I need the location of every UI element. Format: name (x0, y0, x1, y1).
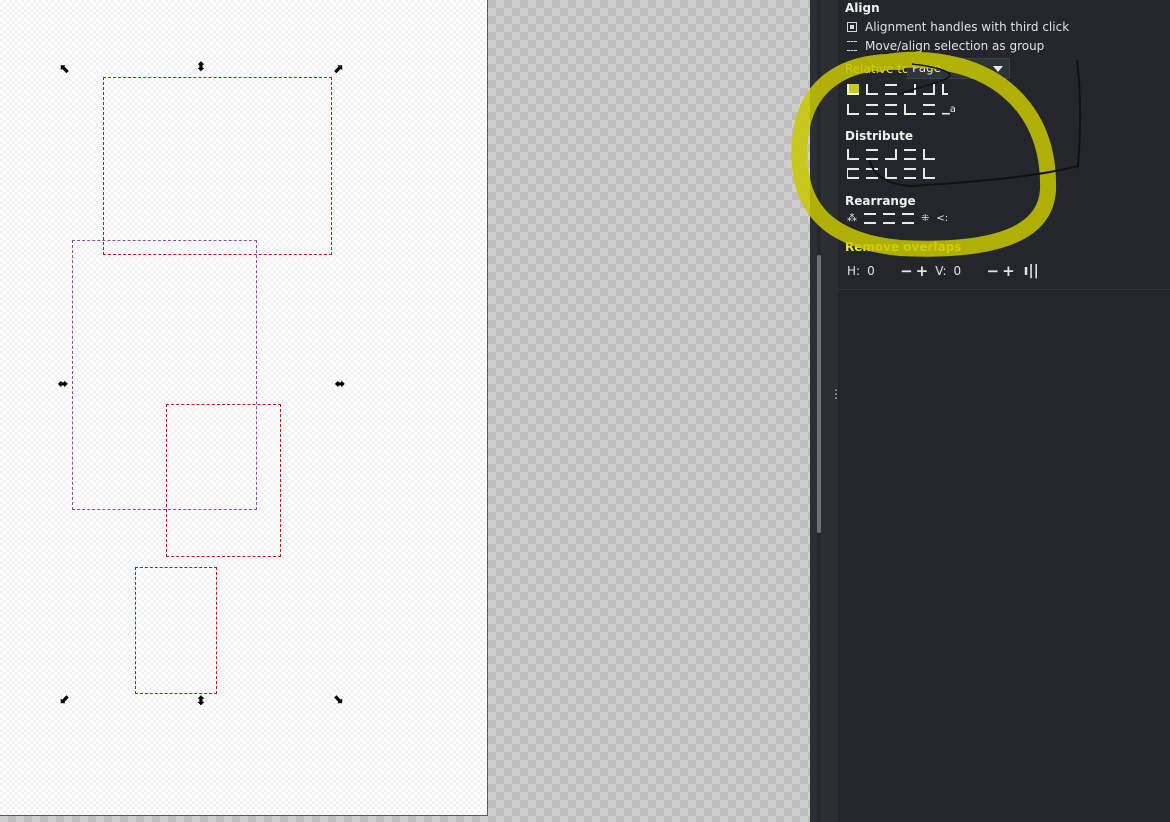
scale-handle-middle-left[interactable]: ⬌ (56, 378, 70, 392)
relative-to-dropdown[interactable]: Page (907, 58, 1010, 79)
exchange-z-order-icon[interactable] (883, 213, 895, 224)
center-horizontal-axis-icon[interactable] (885, 104, 897, 115)
scale-handle-top-center[interactable]: ⬍ (194, 61, 208, 75)
h-gap-input[interactable]: 0 (867, 264, 900, 278)
distribute-center-v-icon[interactable] (866, 168, 878, 179)
canvas-area[interactable]: ⬉ ⬍ ⬈ ⬌ ⬌ ⬋ ⬍ ⬊ (0, 0, 810, 822)
distribute-baseline-icon[interactable] (923, 168, 935, 179)
option-move-as-group[interactable]: Move/align selection as group (847, 39, 1044, 53)
remove-overlaps-title: Remove overlaps (845, 240, 962, 254)
v-gap-label: V: (935, 264, 947, 278)
relative-to-value: Page (912, 61, 942, 75)
group-align-icon[interactable] (847, 41, 857, 51)
v-gap-input[interactable]: 0 (954, 264, 987, 278)
align-top-icon[interactable] (866, 104, 878, 115)
panel-divider (838, 289, 1170, 290)
distribute-bottom-icon[interactable] (885, 168, 897, 179)
distribute-gaps-v-icon[interactable] (904, 168, 916, 179)
scroll-thumb[interactable] (817, 255, 821, 533)
option-third-click-label: Alignment handles with third click (865, 20, 1070, 34)
h-gap-increment-button[interactable]: + (916, 262, 932, 280)
dock-scrollbar[interactable]: ⋮ (810, 0, 842, 822)
align-top-edge-icon[interactable] (923, 104, 935, 115)
scale-handle-bottom-right[interactable]: ⬊ (331, 693, 345, 707)
rectangle-3[interactable] (166, 404, 281, 557)
rectangle-4[interactable] (135, 567, 217, 694)
distribute-top-icon[interactable] (847, 168, 859, 179)
relative-to-label: Relative to: (845, 62, 914, 76)
distribute-text-icon[interactable] (923, 149, 935, 160)
text-align-left-icon[interactable] (942, 84, 948, 95)
v-gap-increment-button[interactable]: + (1002, 262, 1018, 280)
distribute-section-title: Distribute (845, 129, 913, 143)
center-vertical-axis-icon[interactable] (885, 84, 897, 95)
scale-handle-bottom-left[interactable]: ⬋ (58, 693, 72, 707)
remove-overlaps-row: H: 0 − + V: 0 − + ı|| (847, 262, 1039, 280)
rectangle-1[interactable] (103, 77, 332, 255)
unclump-icon[interactable]: <: (936, 213, 948, 225)
option-move-as-group-label: Move/align selection as group (865, 39, 1045, 53)
align-right-edge-icon[interactable] (923, 84, 935, 95)
distribute-gaps-h-icon[interactable] (904, 149, 916, 160)
chevron-down-icon (993, 66, 1003, 72)
align-distribute-panel: Align Alignment handles with third click… (838, 0, 1170, 822)
align-bottom-edge-icon[interactable] (847, 104, 859, 115)
align-right-icon[interactable] (904, 84, 916, 95)
randomize-icon[interactable]: ⁜ (921, 213, 929, 225)
distribute-row-2 (847, 168, 935, 179)
h-gap-label: H: (847, 264, 861, 278)
option-third-click[interactable]: Alignment handles with third click (847, 20, 1069, 34)
distribute-center-h-icon[interactable] (866, 149, 878, 160)
graph-layout-icon[interactable]: ⁂ (847, 213, 857, 225)
align-left-edge-icon[interactable] (847, 84, 859, 95)
rearrange-section-title: Rearrange (845, 194, 916, 208)
align-section-title: Align (845, 1, 880, 15)
v-gap-decrement-button[interactable]: − (987, 262, 1003, 280)
text-baseline-icon[interactable]: ▁a (942, 104, 956, 116)
scale-handle-top-right[interactable]: ⬈ (331, 63, 345, 77)
distribute-left-icon[interactable] (847, 149, 859, 160)
align-left-icon[interactable] (866, 84, 878, 95)
exchange-selection-order-icon[interactable] (864, 213, 876, 224)
distribute-row-1 (847, 149, 935, 160)
checkbox-icon[interactable] (847, 22, 857, 32)
apply-remove-overlaps-icon[interactable]: ı|| (1024, 263, 1039, 279)
rearrange-row: ⁂ ⁜ <: (847, 213, 948, 225)
document-page[interactable]: ⬉ ⬍ ⬈ ⬌ ⬌ ⬋ ⬍ ⬊ (0, 0, 488, 816)
scale-handle-middle-right[interactable]: ⬌ (333, 378, 347, 392)
scale-handle-bottom-center[interactable]: ⬍ (194, 695, 208, 709)
align-bottom-icon[interactable] (904, 104, 916, 115)
h-gap-decrement-button[interactable]: − (900, 262, 916, 280)
align-row-1 (847, 84, 948, 95)
scale-handle-top-left[interactable]: ⬉ (58, 63, 72, 77)
distribute-right-icon[interactable] (885, 149, 897, 160)
exchange-clockwise-icon[interactable] (902, 213, 914, 224)
align-row-2: ▁a (847, 104, 956, 116)
